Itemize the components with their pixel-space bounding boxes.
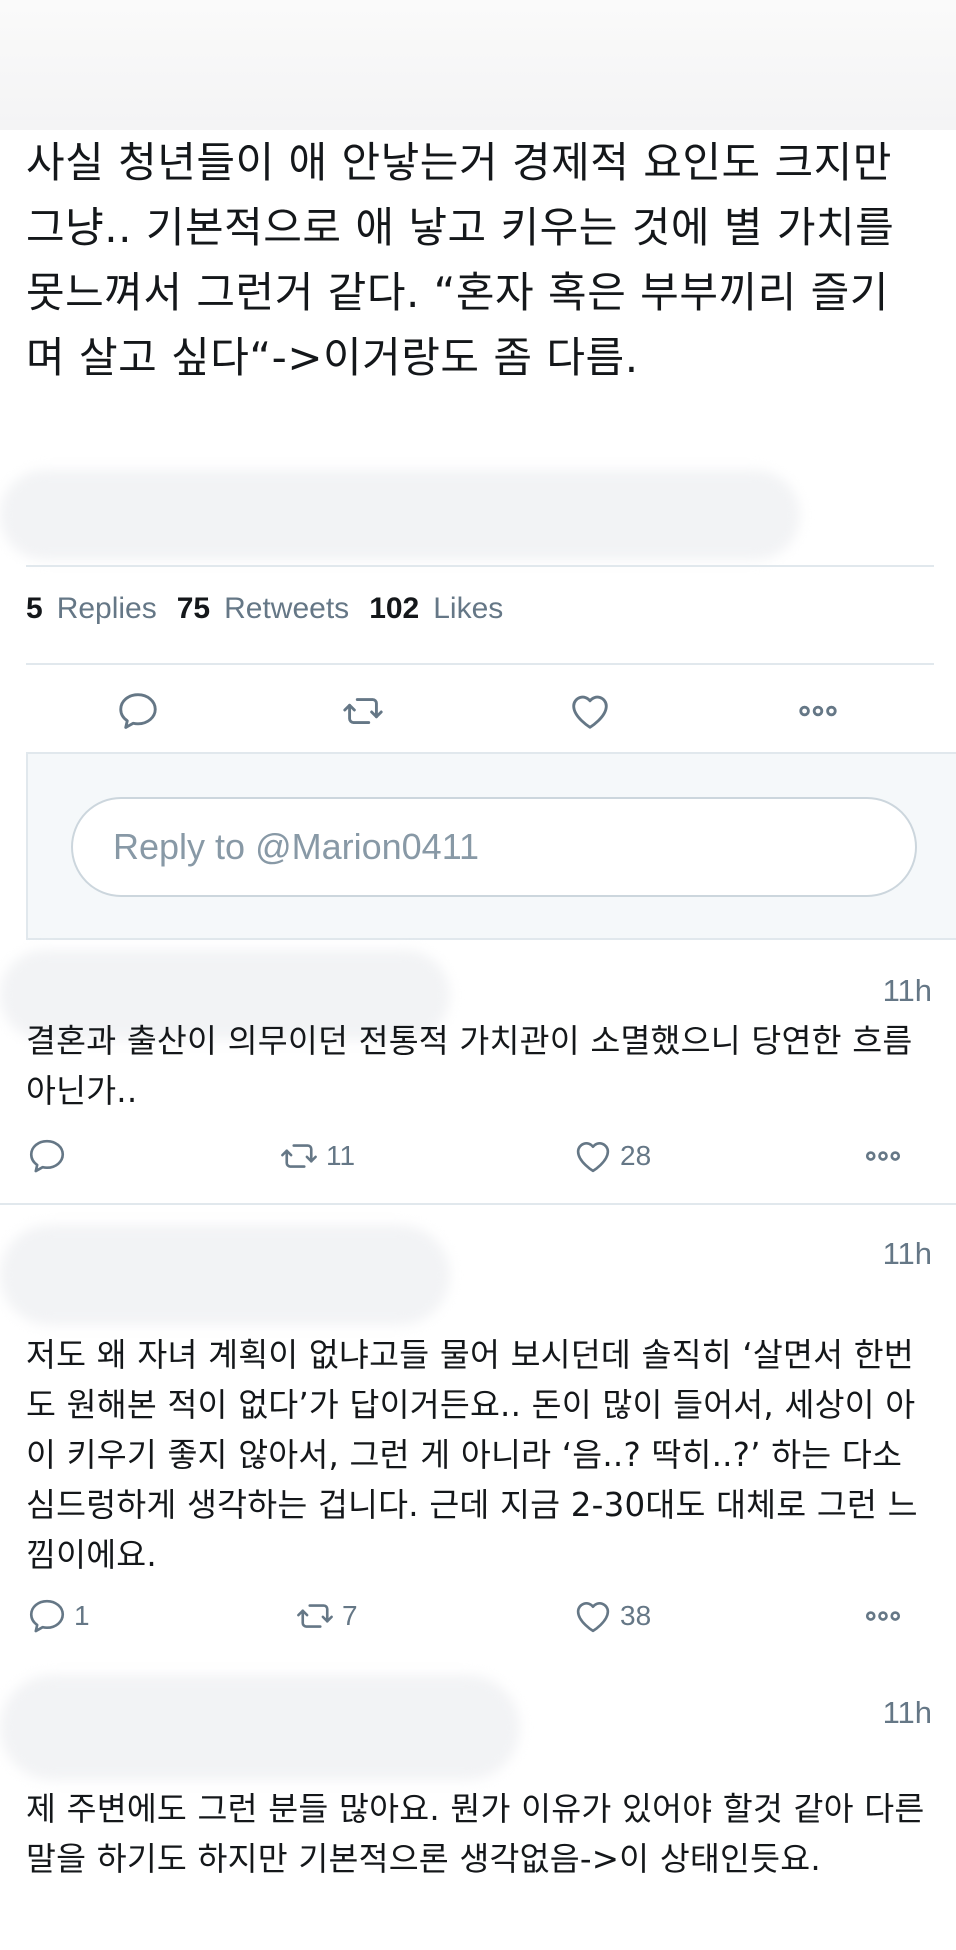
speech-bubble-icon: [29, 1599, 65, 1633]
tweet-action-bar: [0, 668, 956, 752]
tweet-text: 사실 청년들이 애 안낳는거 경제적 요인도 크지만 그냥.. 기본적으로 애 …: [26, 138, 895, 382]
three-dots-icon: [799, 705, 837, 717]
reply-reply-button[interactable]: [26, 1133, 74, 1179]
reply-text: 제 주변에도 그런 분들 많아요. 뭔가 이유가 있어야 할것 같아 다른 말을…: [26, 1790, 925, 1878]
likes-stat[interactable]: 102 Likes: [369, 592, 503, 626]
redacted-author: [0, 1675, 520, 1780]
reply-time: 11h: [882, 1236, 932, 1271]
redacted-timestamp: [0, 470, 800, 560]
replies-stat[interactable]: 5 Replies: [26, 592, 157, 626]
tweet-stats: 5 Replies 75 Retweets 102 Likes: [26, 592, 523, 626]
heart-icon: [572, 695, 608, 729]
three-dots-icon: [865, 1611, 901, 1621]
reply-text: 결혼과 출산이 의무이던 전통적 가치관이 소멸했으니 당연한 흐름 아닌가..: [26, 1022, 913, 1110]
retweet-button[interactable]: [340, 688, 386, 734]
reply-button[interactable]: [115, 688, 161, 734]
like-count: 28: [620, 1140, 652, 1171]
three-dots-icon: [865, 1151, 901, 1161]
reply-text: 저도 왜 자녀 계획이 없냐고들 물어 보시던데 솔직히 ‘살면서 한번도 원해…: [26, 1336, 918, 1574]
reply-more-button[interactable]: [862, 1593, 904, 1639]
heart-icon: [576, 1142, 610, 1173]
reply-retweet-button[interactable]: 11: [278, 1133, 355, 1179]
reply-count: 1: [74, 1600, 90, 1631]
redacted-header-strip: [0, 0, 956, 130]
heart-icon: [576, 1602, 610, 1633]
redacted-author: [0, 1225, 450, 1325]
reply-time: 11h: [882, 973, 932, 1008]
speech-bubble-icon: [29, 1139, 65, 1173]
divider: [26, 565, 934, 567]
reply-like-button[interactable]: 28: [572, 1133, 651, 1179]
reply-more-button[interactable]: [862, 1133, 904, 1179]
reply-like-button[interactable]: 38: [572, 1593, 651, 1639]
reply-time: 11h: [882, 1695, 932, 1730]
divider: [26, 663, 934, 665]
retweet-arrows-icon: [281, 1144, 317, 1168]
retweet-arrows-icon: [297, 1604, 333, 1628]
like-button[interactable]: [567, 688, 613, 734]
reply-reply-button[interactable]: 1: [26, 1593, 90, 1639]
like-count: 38: [620, 1600, 652, 1631]
retweet-arrows-icon: [343, 698, 383, 724]
more-button[interactable]: [795, 688, 841, 734]
reply-input[interactable]: Reply to @Marion0411: [71, 797, 917, 897]
reply-composer: Reply to @Marion0411: [26, 752, 956, 940]
speech-bubble-icon: [119, 693, 157, 729]
divider: [0, 1203, 956, 1205]
retweet-count: 11: [326, 1140, 356, 1171]
retweet-count: 7: [342, 1600, 358, 1631]
retweets-stat[interactable]: 75 Retweets: [177, 592, 349, 626]
reply-retweet-button[interactable]: 7: [294, 1593, 358, 1639]
